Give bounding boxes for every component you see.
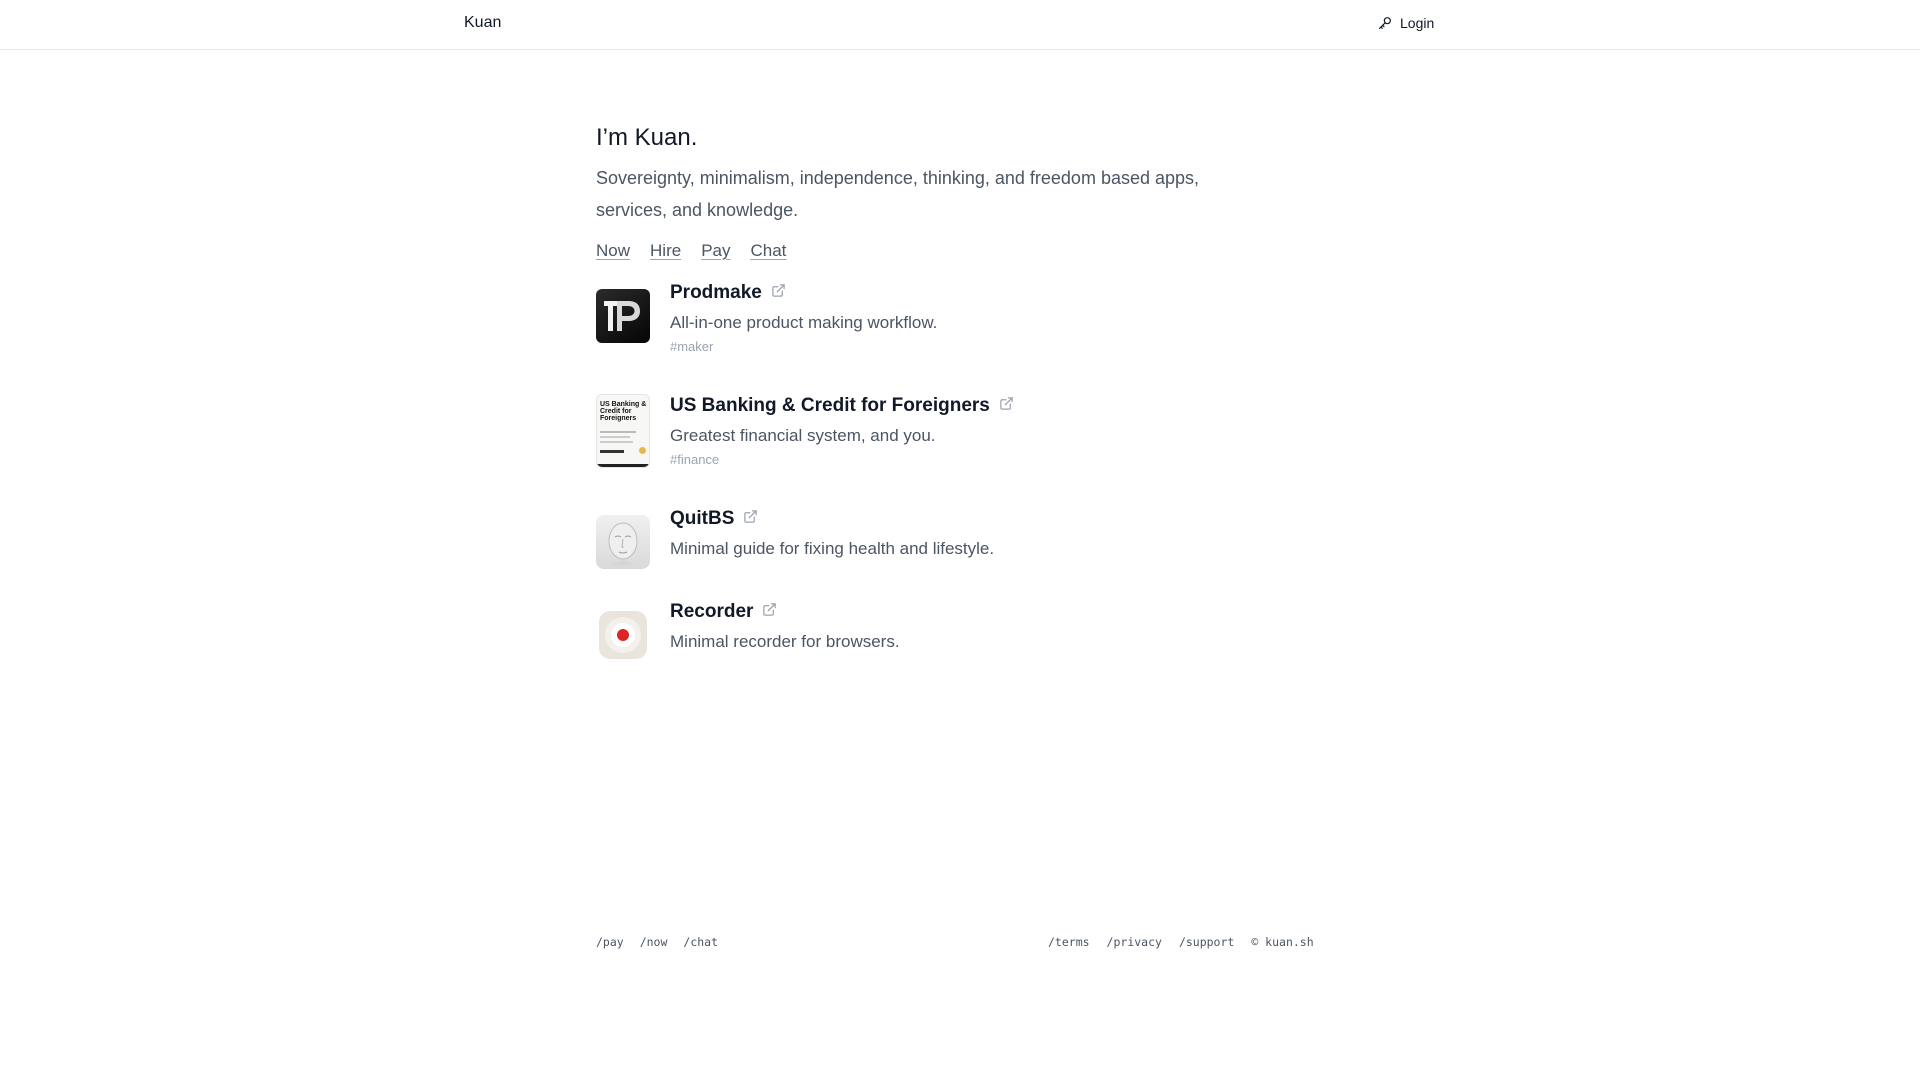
project-title-link[interactable]: QuitBS <box>670 508 734 530</box>
project-title-link[interactable]: US Banking & Credit for Foreigners <box>670 395 990 417</box>
project-description: Minimal recorder for browsers. <box>670 632 900 651</box>
link-chat[interactable]: Chat <box>750 241 786 261</box>
project-item-recorder: Recorder Minimal recorder for browsers. <box>596 598 1296 691</box>
external-link-icon[interactable] <box>762 602 777 622</box>
footer-link-chat[interactable]: /chat <box>683 935 718 949</box>
external-link-icon[interactable] <box>743 509 758 529</box>
footer-right-links: /terms /privacy /support © kuan.sh <box>1048 935 1314 949</box>
project-tag: #finance <box>670 452 720 467</box>
project-list: Prodmake All-in-one product making workf… <box>596 279 1296 691</box>
footer-link-support[interactable]: /support <box>1179 935 1234 949</box>
footer-link-privacy[interactable]: /privacy <box>1107 935 1162 949</box>
login-button[interactable]: Login <box>1377 15 1434 31</box>
login-label: Login <box>1400 15 1435 31</box>
link-now[interactable]: Now <box>596 241 630 261</box>
footer-link-pay[interactable]: /pay <box>596 935 624 949</box>
project-tag: #maker <box>670 339 714 354</box>
project-info: QuitBS Minimal guide for fixing health a… <box>670 505 994 562</box>
top-navigation-bar: Kuan Login <box>0 0 1920 50</box>
brand-link[interactable]: Kuan <box>464 14 501 32</box>
project-item-quitbs: QuitBS Minimal guide for fixing health a… <box>596 505 1296 598</box>
project-item-us-banking: US Banking & Credit for Foreigners US Ba… <box>596 392 1296 505</box>
project-info: Recorder Minimal recorder for browsers. <box>670 598 900 655</box>
key-icon <box>1377 15 1393 31</box>
project-item-prodmake: Prodmake All-in-one product making workf… <box>596 279 1296 392</box>
copyright-text: © kuan.sh <box>1251 935 1314 949</box>
main-content: I’m Kuan. Sovereignty, minimalism, indep… <box>596 120 1296 691</box>
book-cover-thumbnail[interactable]: US Banking & Credit for Foreigners <box>596 394 650 468</box>
face-thumbnail[interactable] <box>596 515 650 569</box>
project-description: All-in-one product making workflow. <box>670 313 938 332</box>
footer-left-links: /pay /now /chat <box>596 935 718 949</box>
book-cover-line: US Banking & <box>600 401 647 408</box>
footer-link-terms[interactable]: /terms <box>1048 935 1090 949</box>
external-link-icon[interactable] <box>771 283 786 303</box>
link-pay[interactable]: Pay <box>701 241 730 261</box>
project-info: Prodmake All-in-one product making workf… <box>670 279 937 356</box>
quick-links: Now Hire Pay Chat <box>596 241 1296 261</box>
project-description: Greatest financial system, and you. <box>670 426 936 445</box>
link-hire[interactable]: Hire <box>650 241 681 261</box>
book-cover-line: Foreigners <box>600 415 637 422</box>
project-title-link[interactable]: Prodmake <box>670 282 762 304</box>
page-subtitle: Sovereignty, minimalism, independence, t… <box>596 168 1200 220</box>
page-title: I’m Kuan. <box>596 124 698 151</box>
external-link-icon[interactable] <box>999 396 1014 416</box>
project-description: Minimal guide for fixing health and life… <box>670 539 995 558</box>
record-button-thumbnail[interactable] <box>596 608 650 662</box>
project-title-link[interactable]: Recorder <box>670 601 753 623</box>
book-cover-line: Credit for <box>600 408 632 415</box>
prodmake-logo[interactable] <box>596 289 650 343</box>
project-info: US Banking & Credit for Foreigners Great… <box>670 392 1014 469</box>
footer-link-now[interactable]: /now <box>640 935 668 949</box>
